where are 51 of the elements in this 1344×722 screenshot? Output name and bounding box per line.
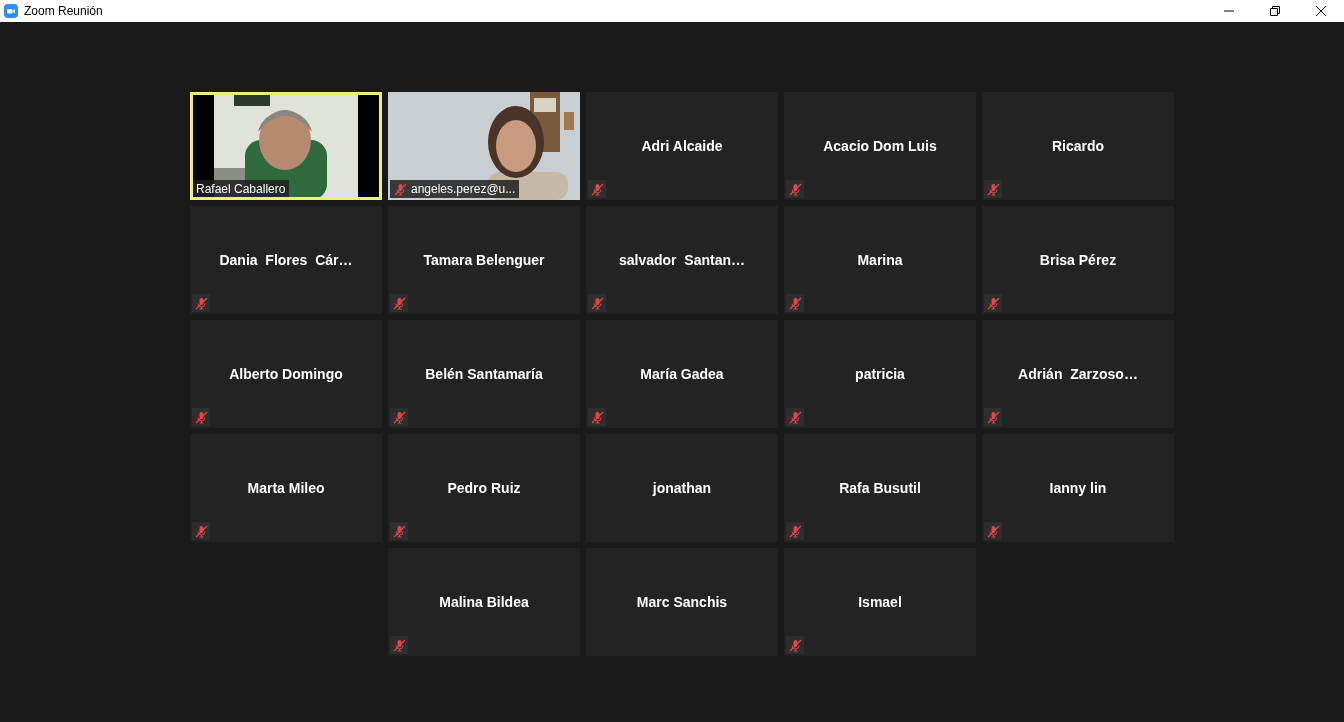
participant-tile[interactable]: salvador Santan… — [586, 206, 778, 314]
participant-name: Rafa Busutil — [839, 480, 921, 496]
participant-tile[interactable]: Pedro Ruiz — [388, 434, 580, 542]
participant-name: Malina Bildea — [439, 594, 529, 610]
participant-name: Ricardo — [1051, 138, 1105, 154]
close-icon — [1316, 6, 1326, 16]
participant-tile[interactable]: Rafa Busutil — [784, 434, 976, 542]
participant-tile[interactable]: Adri Alcaide — [586, 92, 778, 200]
participant-name: Marta Mileo — [247, 480, 325, 496]
camera-logo-icon — [4, 4, 18, 18]
participant-name: Marina — [857, 252, 903, 268]
participant-tile[interactable]: Dania Flores Cár… — [190, 206, 382, 314]
participant-tile[interactable]: María Gadea — [586, 320, 778, 428]
participant-name: Acacio Dom Luis — [823, 138, 937, 154]
participant-name: angeles.perez@u... — [411, 182, 516, 196]
participant-name: jonathan — [652, 480, 712, 496]
participant-name: patricia — [855, 366, 905, 382]
participant-name: Adri Alcaide — [641, 138, 723, 154]
participant-tile[interactable]: Marina — [784, 206, 976, 314]
participant-name: Belén Santamaría — [425, 366, 543, 382]
participant-name: Tamara Belenguer — [423, 252, 545, 268]
participant-tile[interactable]: Malina Bildea — [388, 548, 580, 656]
participant-tile[interactable]: Belén Santamaría — [388, 320, 580, 428]
participant-tile[interactable]: jonathan — [586, 434, 778, 542]
participant-tile[interactable]: Marta Mileo — [190, 434, 382, 542]
participant-name: Brisa Pérez — [1039, 252, 1117, 268]
participant-name: Ismael — [858, 594, 902, 610]
participant-tile[interactable]: Brisa Pérez — [982, 206, 1174, 314]
participant-name: salvador Santan… — [618, 252, 745, 268]
participant-tile[interactable]: Adrián Zarzoso… — [982, 320, 1174, 428]
participant-tile[interactable]: angeles.perez@u... — [388, 92, 580, 200]
participant-tile[interactable]: Ianny lin — [982, 434, 1174, 542]
participant-name: Adrián Zarzoso… — [1018, 366, 1138, 382]
participant-name: Ianny lin — [1049, 480, 1107, 496]
participant-tile[interactable]: Tamara Belenguer — [388, 206, 580, 314]
participant-tile[interactable]: Ismael — [784, 548, 976, 656]
participant-name: Pedro Ruiz — [447, 480, 521, 496]
participant-name: Alberto Domingo — [229, 366, 343, 382]
participant-name: Rafael Caballero — [196, 182, 286, 196]
participant-tile[interactable]: Acacio Dom Luis — [784, 92, 976, 200]
muted-microphone-icon — [394, 182, 407, 196]
participant-tile[interactable]: Marc Sanchis — [586, 548, 778, 656]
participant-tile[interactable]: Ricardo — [982, 92, 1174, 200]
participant-name: María Gadea — [640, 366, 724, 382]
participant-name: Dania Flores Cár… — [219, 252, 353, 268]
participant-tile[interactable]: patricia — [784, 320, 976, 428]
window-title: Zoom Reunión — [24, 4, 104, 18]
participant-tile[interactable]: Rafael Caballero — [190, 92, 382, 200]
participant-tile[interactable]: Alberto Domingo — [190, 320, 382, 428]
participant-name: Marc Sanchis — [636, 594, 728, 610]
restore-icon — [1270, 6, 1280, 16]
